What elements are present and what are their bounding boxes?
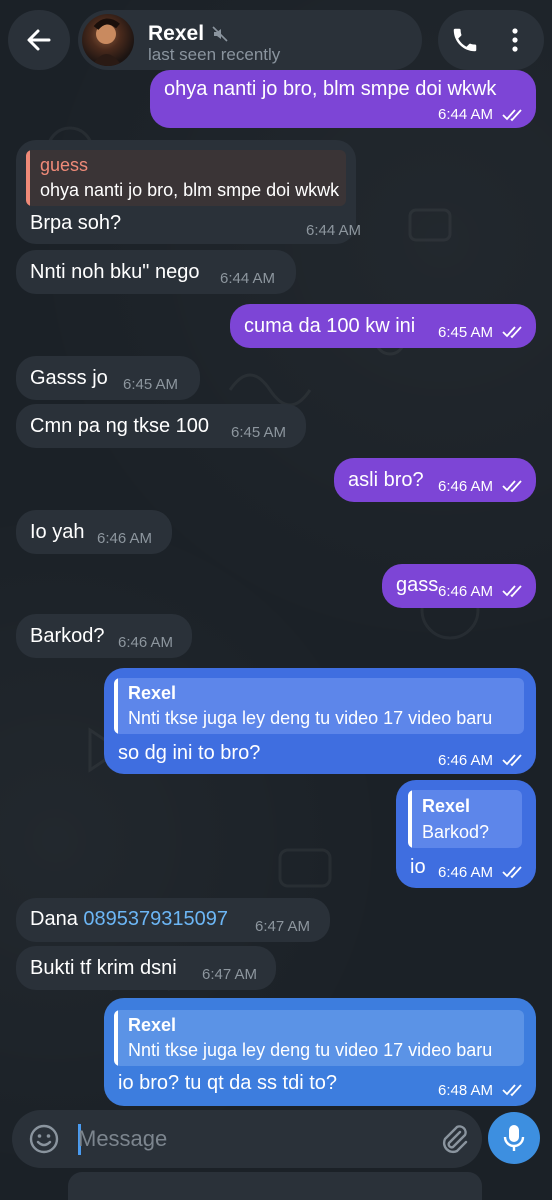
message-bubble-outgoing[interactable]: Rexel Barkod? io 6:46 AM — [396, 780, 536, 888]
reply-quote[interactable]: Rexel Nnti tkse juga ley deng tu video 1… — [114, 678, 524, 734]
message-time: 6:46 AM — [438, 752, 494, 769]
phone-number-link[interactable]: 0895379315097 — [83, 908, 228, 930]
message-text: Dana — [30, 908, 84, 930]
message-text: Bukti tf krim dsni — [30, 957, 177, 979]
emoji-button[interactable] — [28, 1123, 60, 1155]
reply-quote[interactable]: Rexel Nnti tkse juga ley deng tu video 1… — [114, 1010, 524, 1066]
voice-record-button[interactable] — [488, 1112, 540, 1164]
message-time: 6:46 AM — [97, 530, 153, 547]
message-text: gass — [396, 574, 439, 596]
message-bubble-incoming[interactable]: Io yah 6:46 AM — [16, 510, 172, 554]
reply-quote-text: ohya nanti jo bro, blm smpe doi wkwk — [40, 180, 340, 200]
more-options-button[interactable] — [500, 25, 530, 55]
message-text: Brpa soh? — [30, 212, 122, 234]
message-bubble-outgoing[interactable]: asli bro? 6:46 AM — [334, 458, 536, 502]
double-check-icon — [502, 480, 522, 493]
microphone-icon — [503, 1125, 525, 1151]
header-actions — [438, 10, 544, 70]
reply-quote-bar — [114, 1010, 118, 1066]
double-check-icon — [502, 585, 522, 598]
message-time: 6:47 AM — [202, 966, 258, 983]
double-check-icon — [502, 866, 522, 879]
smiley-icon — [29, 1124, 59, 1154]
message-bubble-outgoing[interactable]: ohya nanti jo bro, blm smpe doi wkwk 6:4… — [150, 70, 536, 128]
message-time: 6:44 AM — [306, 222, 362, 239]
contact-status: last seen recently — [148, 45, 281, 64]
reply-quote[interactable]: guess ohya nanti jo bro, blm smpe doi wk… — [26, 150, 346, 206]
message-time: 6:46 AM — [438, 478, 494, 495]
message-text: io — [410, 856, 426, 878]
message-time: 6:44 AM — [220, 270, 276, 287]
phone-icon — [453, 28, 477, 52]
bottom-panel-handle — [68, 1172, 482, 1200]
message-text: Gasss jo — [30, 367, 108, 389]
more-vertical-icon — [512, 28, 518, 52]
message-text: Cmn pa ng tkse 100 — [30, 415, 209, 437]
message-bubble-incoming[interactable]: guess ohya nanti jo bro, blm smpe doi wk… — [16, 140, 361, 244]
message-time: 6:45 AM — [438, 324, 494, 341]
message-time: 6:45 AM — [123, 376, 179, 393]
reply-quote-text: Nnti tkse juga ley deng tu video 17 vide… — [128, 1040, 493, 1060]
message-bubble-incoming[interactable]: Barkod? 6:46 AM — [16, 614, 192, 658]
message-time: 6:44 AM — [438, 106, 494, 123]
reply-quote[interactable]: Rexel Barkod? — [408, 790, 522, 848]
message-text: cuma da 100 kw ini — [244, 315, 416, 337]
message-bubble-incoming[interactable]: Gasss jo 6:45 AM — [16, 356, 200, 400]
double-check-icon — [502, 1084, 522, 1097]
paperclip-icon — [442, 1125, 468, 1154]
message-text: io bro? tu qt da ss tdi to? — [118, 1072, 338, 1094]
message-text-row: Dana 0895379315097 — [30, 908, 228, 931]
message-text: Nnti noh bku" nego — [30, 261, 200, 283]
message-bubble-outgoing[interactable]: Rexel Nnti tkse juga ley deng tu video 1… — [104, 998, 536, 1106]
reply-quote-text: Nnti tkse juga ley deng tu video 17 vide… — [128, 708, 493, 728]
message-time: 6:46 AM — [438, 864, 494, 881]
attach-button[interactable] — [438, 1122, 470, 1156]
contact-name: Rexel — [148, 22, 205, 45]
message-bubble-outgoing[interactable]: cuma da 100 kw ini 6:45 AM — [230, 304, 536, 348]
message-time: 6:46 AM — [438, 583, 494, 600]
message-time: 6:45 AM — [231, 424, 287, 441]
message-text: ohya nanti jo bro, blm smpe doi wkwk — [164, 78, 497, 100]
back-button[interactable] — [8, 10, 70, 70]
message-time: 6:48 AM — [438, 1082, 494, 1099]
chat-header[interactable]: Rexel last seen recently — [78, 10, 422, 70]
reply-quote-bar — [114, 678, 118, 734]
arrow-left-icon — [27, 29, 51, 51]
reply-quote-name: Rexel — [128, 1015, 177, 1035]
reply-quote-name: guess — [40, 155, 89, 175]
double-check-icon — [502, 754, 522, 767]
message-text: so dg ini to bro? — [118, 742, 261, 764]
message-time: 6:46 AM — [118, 634, 174, 651]
message-bubble-incoming[interactable]: Bukti tf krim dsni 6:47 AM — [16, 946, 276, 990]
avatar-image — [92, 18, 122, 66]
message-time: 6:47 AM — [255, 918, 311, 935]
message-bubble-outgoing[interactable]: gass 6:46 AM — [382, 564, 536, 608]
reply-quote-name: Rexel — [422, 796, 471, 816]
reply-quote-name: Rexel — [128, 683, 177, 703]
double-check-icon — [502, 326, 522, 339]
message-text: asli bro? — [348, 469, 424, 491]
message-bubble-incoming[interactable]: Nnti noh bku" nego 6:44 AM — [16, 250, 296, 294]
reply-quote-text: Barkod? — [422, 822, 490, 842]
message-bubble-incoming[interactable]: Dana 0895379315097 6:47 AM — [16, 898, 330, 942]
message-composer — [12, 1110, 482, 1168]
double-check-icon — [502, 109, 522, 122]
message-bubble-incoming[interactable]: Cmn pa ng tkse 100 6:45 AM — [16, 404, 306, 448]
message-text: Io yah — [30, 521, 85, 543]
message-input[interactable] — [78, 1121, 408, 1157]
message-bubble-outgoing[interactable]: Rexel Nnti tkse juga ley deng tu video 1… — [104, 668, 536, 774]
reply-quote-bar — [408, 790, 412, 848]
avatar[interactable] — [82, 14, 134, 66]
speaker-muted-icon — [212, 26, 228, 42]
call-button[interactable] — [450, 25, 480, 55]
reply-quote-bar — [26, 150, 30, 206]
message-text: Barkod? — [30, 625, 105, 647]
